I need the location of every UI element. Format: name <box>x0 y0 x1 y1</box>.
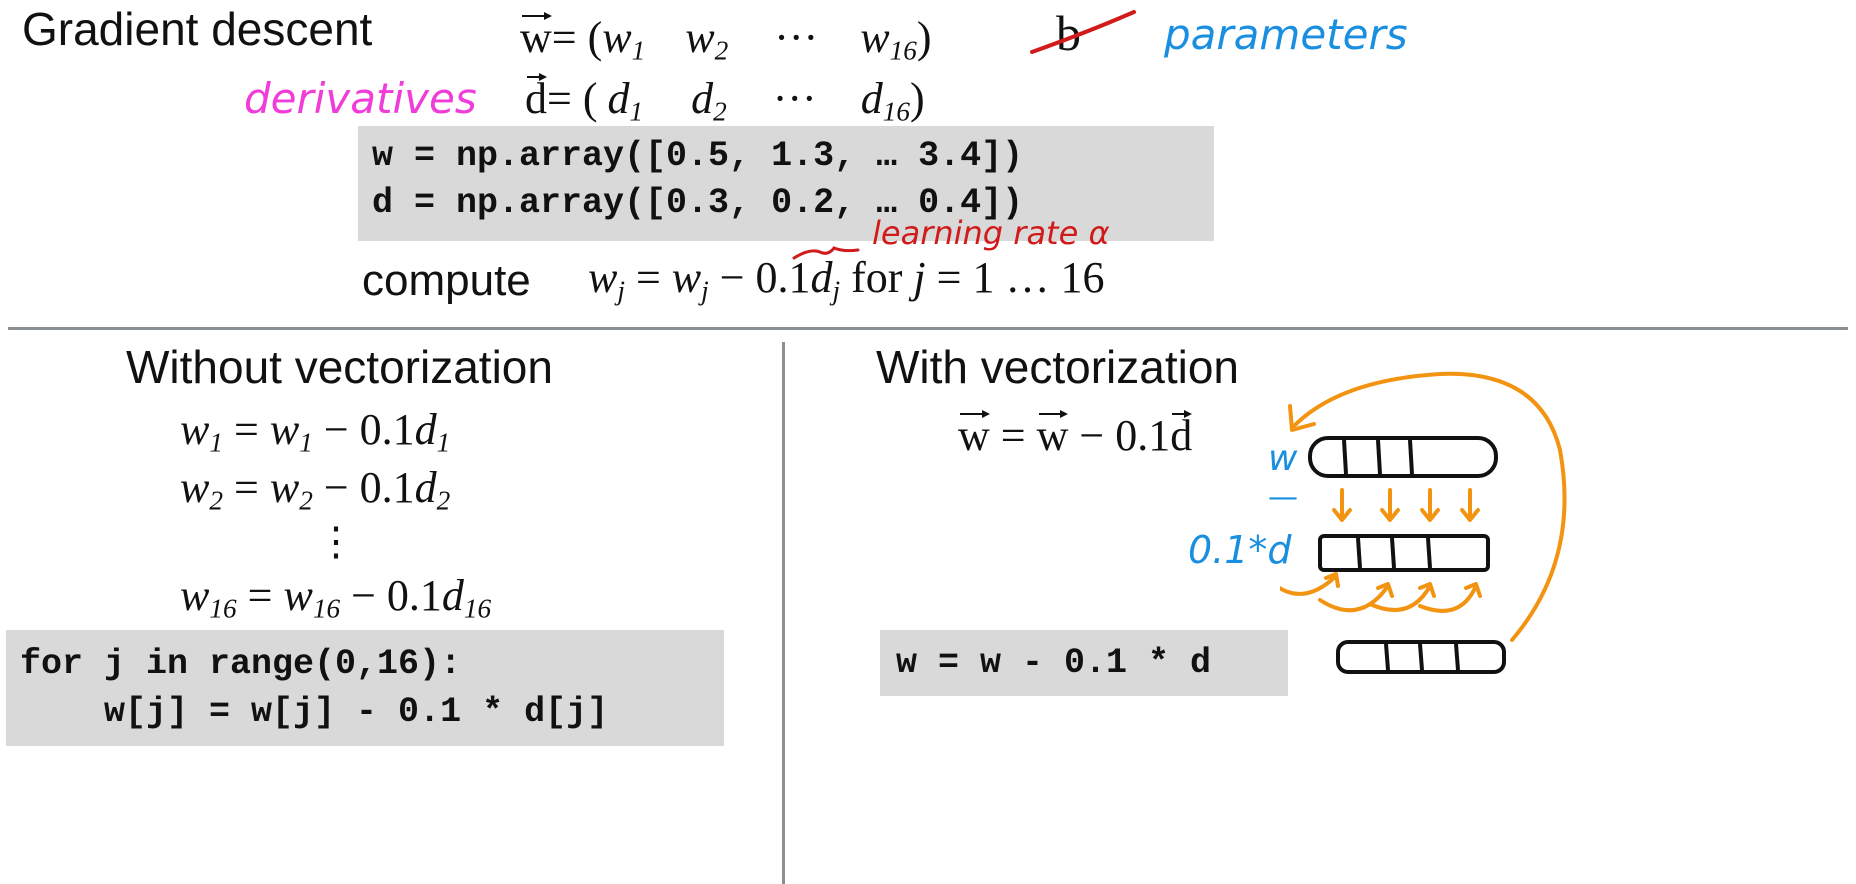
code-line-w-array: w = np.array([0.5, 1.3, … 3.4]) <box>372 136 1024 176</box>
code-line-vectorized: w = w - 0.1 * d <box>896 643 1212 683</box>
strike-through-icon <box>1030 10 1136 54</box>
array-d-icon <box>1318 534 1490 572</box>
learning-rate-note: learning rate α <box>872 214 1110 252</box>
update-eq-16: w16 = w16 − 0.1d16 <box>180 571 492 624</box>
d-vector-symbol: d <box>525 73 547 123</box>
w2-term: w2 <box>685 13 729 66</box>
d-vector-close: ) <box>909 74 925 123</box>
down-arrows-icon <box>1332 488 1480 522</box>
d16-term: d16 <box>860 74 910 127</box>
w1-term: w1 <box>602 13 646 66</box>
learning-rate-value: 0.1 <box>755 253 811 302</box>
curved-arrows-icon <box>1280 572 1482 613</box>
w-vector-close: ) <box>916 13 932 62</box>
without-vectorization-heading: Without vectorization <box>126 341 553 393</box>
vectorized-equation: w = w − 0.1d <box>958 410 1193 460</box>
d-vector-open: = ( <box>547 74 598 123</box>
vectorized-array-sketch <box>1280 371 1567 674</box>
code-line-for-loop: for j in range(0,16): <box>20 644 462 684</box>
compute-formula: wj = wj − 0.1dj for j = 1 … 16 <box>588 253 1105 306</box>
compute-label: compute <box>362 256 531 305</box>
array-result-icon <box>1336 640 1506 674</box>
d-vector-definition: d= (d1 d2 ··· d16) <box>525 73 925 128</box>
derivatives-note: derivatives <box>244 74 477 123</box>
d1-term: d1 <box>607 74 644 127</box>
with-vectorization-heading: With vectorization <box>876 341 1240 393</box>
vertical-divider <box>782 342 785 884</box>
w-vector-definition: w= (w1 w2 ··· w16) <box>520 12 932 67</box>
update-eq-2: w2 = w2 − 0.1d2 <box>180 463 451 516</box>
w-vector-symbol: w <box>520 12 552 62</box>
array-w-icon <box>1308 436 1498 478</box>
parameters-note: parameters <box>1164 10 1408 59</box>
w-ellipsis: ··· <box>774 13 819 62</box>
vertical-ellipsis: ⋮ <box>316 519 356 564</box>
sketch-label-scaled-d: 0.1*d <box>1188 528 1292 572</box>
horizontal-divider <box>8 327 1848 330</box>
update-eq-1: w1 = w1 − 0.1d1 <box>180 405 451 458</box>
w-vector-open: = ( <box>551 13 603 62</box>
code-line-loop-body: w[j] = w[j] - 0.1 * d[j] <box>20 692 609 732</box>
d2-term: d2 <box>691 74 727 127</box>
d-ellipsis: ··· <box>772 74 817 123</box>
w16-term: w16 <box>860 13 917 66</box>
page-title: Gradient descent <box>22 3 373 55</box>
